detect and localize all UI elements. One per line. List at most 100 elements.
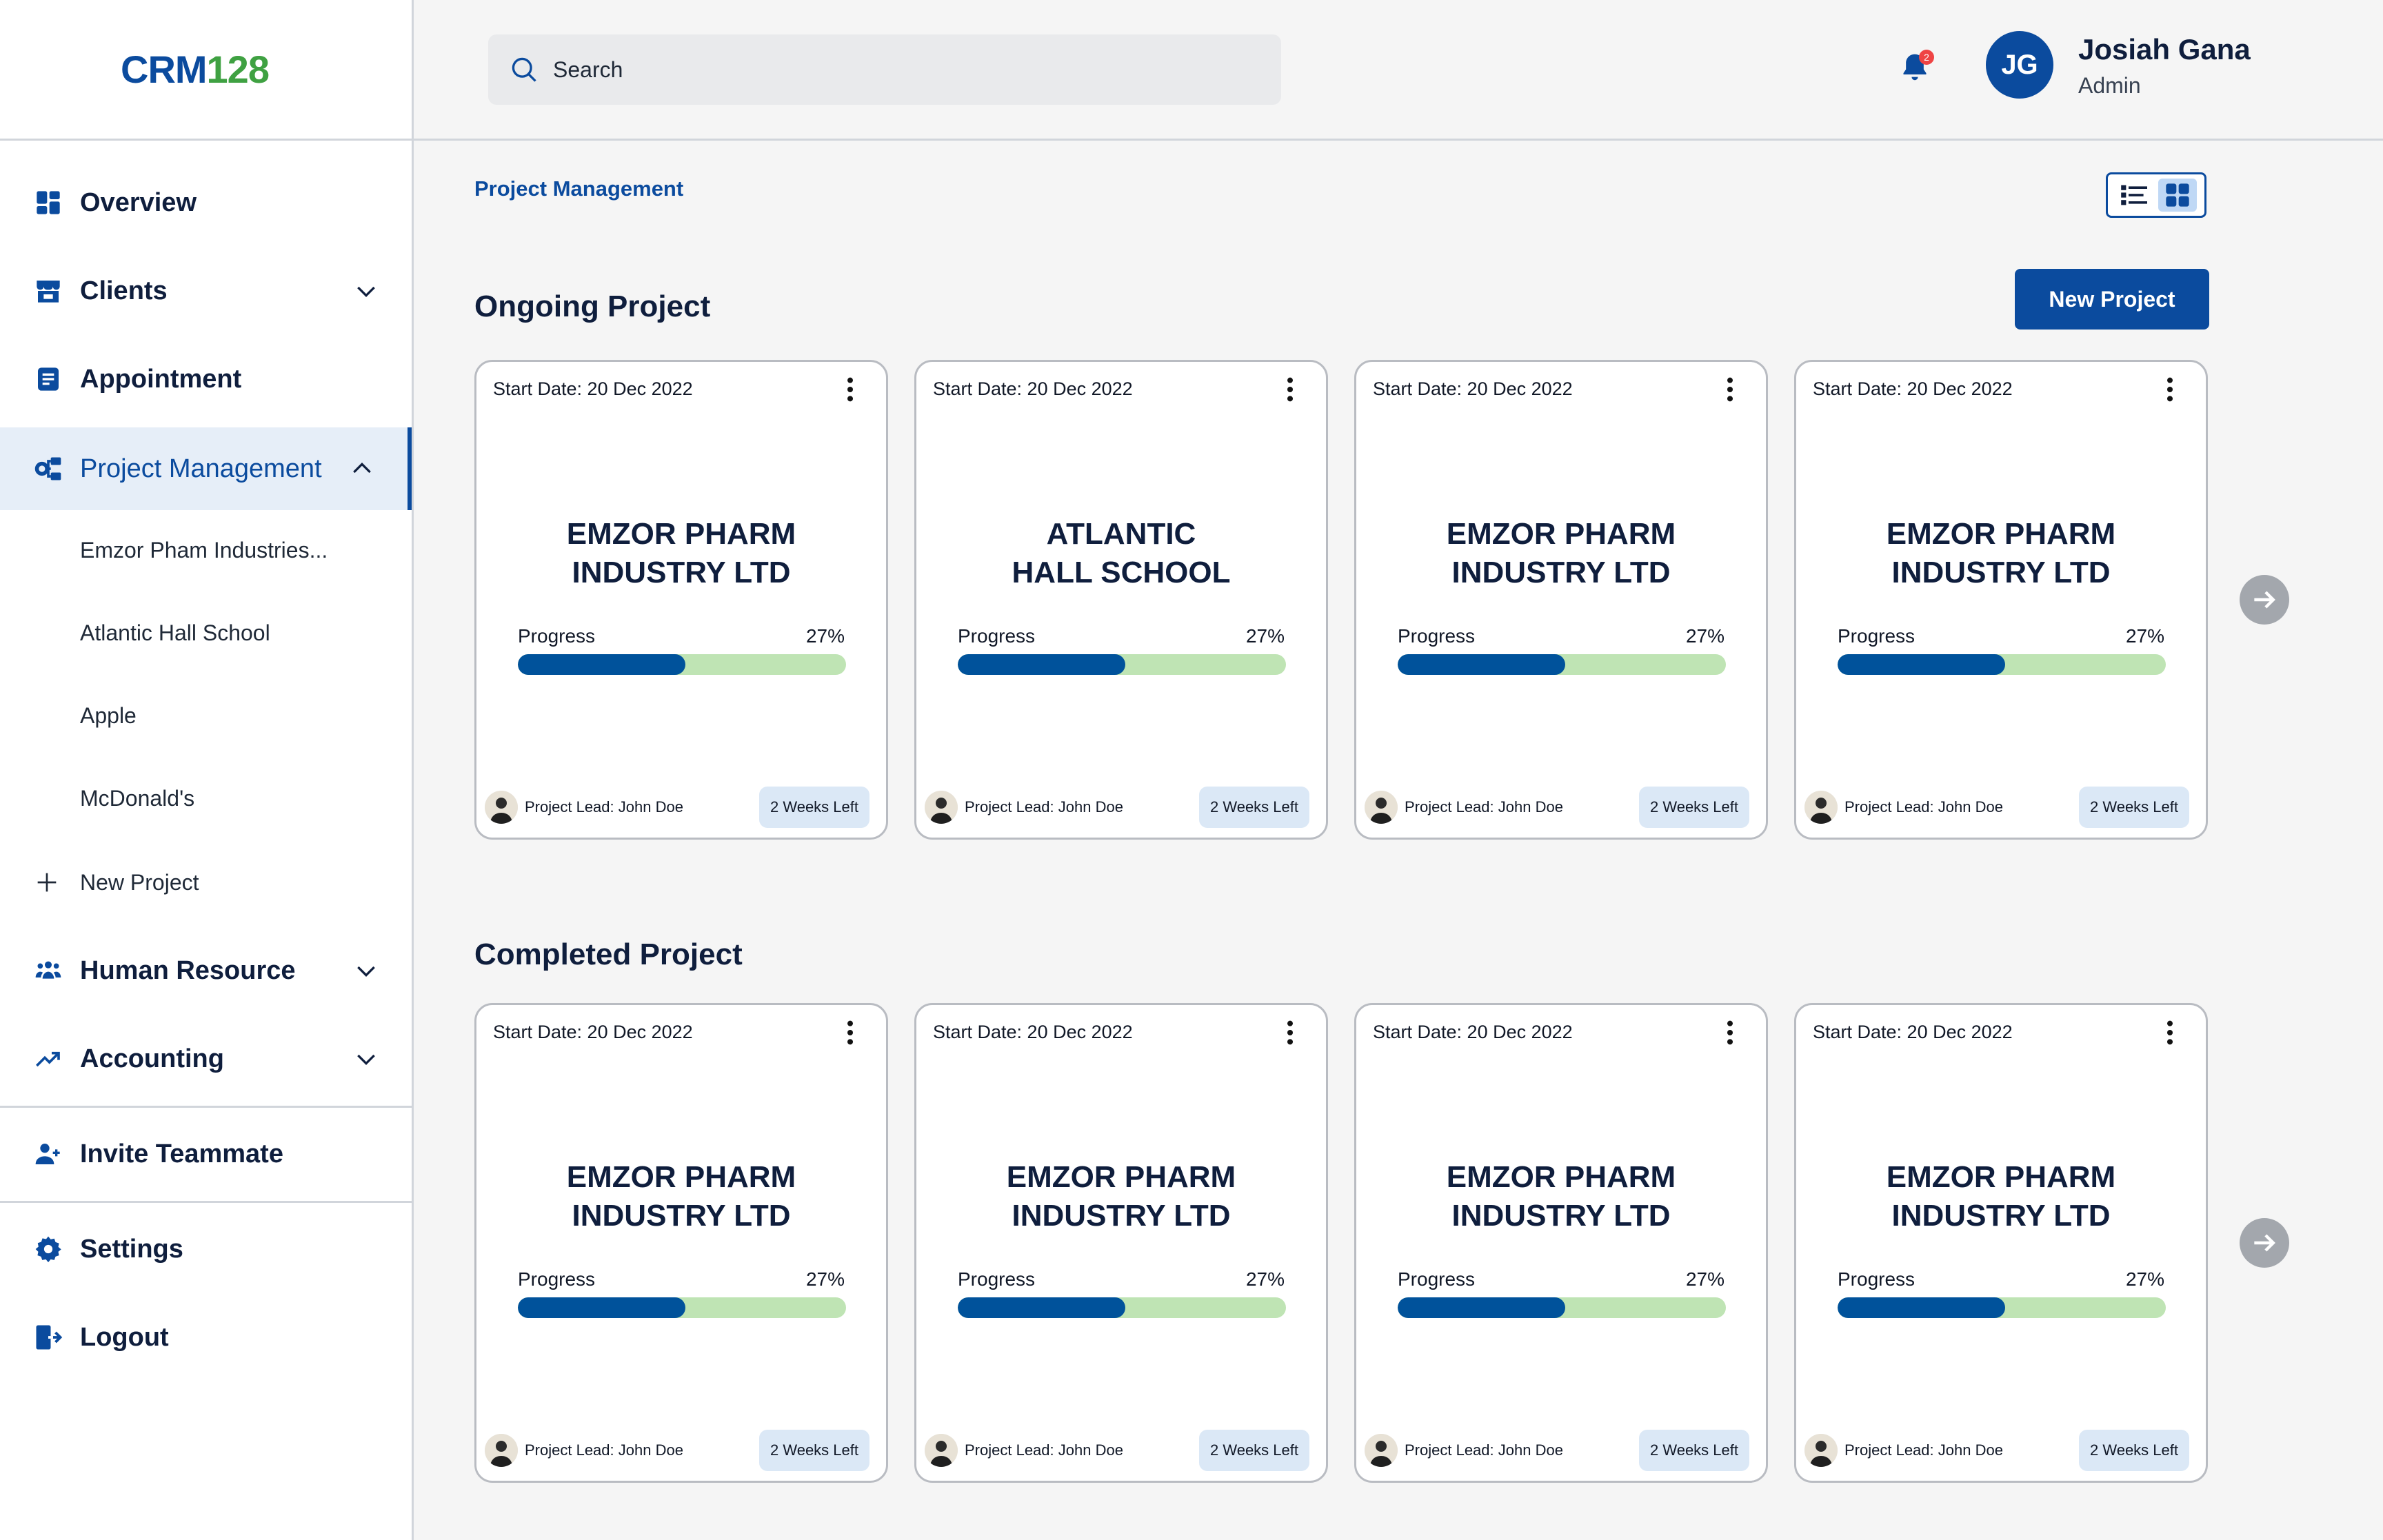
project-name-line2: HALL SCHOOL	[1012, 556, 1231, 589]
plus-icon	[37, 873, 57, 892]
progress-bar	[958, 1297, 1286, 1318]
project-card[interactable]: Start Date: 20 Dec 2022 EMZOR PHARM INDUS…	[1794, 1003, 2208, 1483]
time-left-badge: 2 Weeks Left	[1199, 787, 1309, 828]
nav-clients-label: Clients	[80, 276, 168, 305]
notification-badge: 2	[1919, 50, 1934, 65]
progress-percent: 27%	[1685, 625, 1725, 647]
nav-project-management[interactable]: Project Management	[0, 427, 412, 510]
sub-item-mcdonalds[interactable]: McDonald's	[80, 786, 194, 811]
more-vertical-icon[interactable]	[843, 376, 857, 403]
progress-label: Progress	[958, 1268, 1036, 1290]
project-name: EMZOR PHARM INDUSTRY LTD	[916, 1158, 1326, 1235]
lead-avatar	[1804, 1434, 1838, 1467]
project-name: EMZOR PHARM INDUSTRY LTD	[1356, 515, 1766, 592]
view-toggle	[2106, 172, 2206, 218]
progress-percent: 27%	[2125, 1268, 2164, 1290]
more-vertical-icon[interactable]	[2163, 376, 2177, 403]
start-date: Start Date: 20 Dec 2022	[493, 378, 693, 399]
sub-item-emzor[interactable]: Emzor Pham Industries...	[80, 538, 328, 563]
more-vertical-icon[interactable]	[1283, 1019, 1297, 1046]
user-avatar[interactable]: JG	[1986, 31, 2053, 99]
progress-percent: 27%	[1245, 625, 1285, 647]
search-input[interactable]	[553, 57, 1174, 83]
new-project-button[interactable]: New Project	[2015, 269, 2209, 330]
more-vertical-icon[interactable]	[2163, 1019, 2177, 1046]
lead-avatar	[925, 791, 958, 824]
list-view-icon	[2121, 185, 2147, 205]
sub-item-apple[interactable]: Apple	[80, 703, 137, 729]
completed-next-button[interactable]	[2240, 1218, 2289, 1268]
nav-logout[interactable]: Logout	[0, 1296, 412, 1379]
progress-bar	[1838, 654, 2166, 675]
sub-item-atlantic[interactable]: Atlantic Hall School	[80, 620, 270, 646]
start-date: Start Date: 20 Dec 2022	[1373, 378, 1573, 399]
more-vertical-icon[interactable]	[1723, 376, 1737, 403]
trend-up-icon	[33, 1044, 63, 1074]
project-name: EMZOR PHARM INDUSTRY LTD	[1796, 515, 2206, 592]
project-card[interactable]: Start Date: 20 Dec 2022 EMZOR PHARM INDUS…	[1354, 1003, 1768, 1483]
progress-label: Progress	[1398, 1268, 1476, 1290]
list-view-toggle[interactable]	[2115, 179, 2154, 212]
ongoing-next-button[interactable]	[2240, 575, 2289, 625]
progress-fill	[518, 654, 685, 675]
lead-avatar	[1365, 791, 1398, 824]
more-vertical-icon[interactable]	[1283, 376, 1297, 403]
sidebar-new-project[interactable]: New Project	[33, 869, 199, 896]
time-left-badge: 2 Weeks Left	[2079, 787, 2189, 828]
time-left-badge: 2 Weeks Left	[759, 787, 869, 828]
nav-accounting[interactable]: Accounting	[0, 1017, 412, 1100]
project-name-line1: EMZOR PHARM	[566, 1160, 796, 1194]
progress-fill	[958, 1297, 1125, 1318]
project-name-line1: EMZOR PHARM	[1006, 1160, 1236, 1194]
project-name: EMZOR PHARM INDUSTRY LTD	[1796, 1158, 2206, 1235]
project-name: ATLANTIC HALL SCHOOL	[916, 515, 1326, 592]
more-vertical-icon[interactable]	[843, 1019, 857, 1046]
grid-view-toggle[interactable]	[2158, 179, 2197, 212]
lead-avatar	[485, 791, 518, 824]
nav-clients[interactable]: Clients	[0, 250, 412, 332]
add-user-icon	[33, 1139, 63, 1169]
progress-fill	[1838, 1297, 2005, 1318]
more-vertical-icon[interactable]	[1723, 1019, 1737, 1046]
project-name: EMZOR PHARM INDUSTRY LTD	[1356, 1158, 1766, 1235]
user-name: Josiah Gana	[2078, 33, 2251, 65]
chevron-up-icon	[353, 462, 371, 474]
project-card[interactable]: Start Date: 20 Dec 2022 EMZOR PHARM INDUS…	[1354, 360, 1768, 840]
project-card[interactable]: Start Date: 20 Dec 2022 EMZOR PHARM INDUS…	[914, 1003, 1328, 1483]
nav-overview[interactable]: Overview	[0, 161, 412, 244]
lead-avatar	[485, 1434, 518, 1467]
search-bar[interactable]	[488, 34, 1281, 105]
logo[interactable]: CRM128	[121, 47, 270, 92]
progress-fill	[518, 1297, 685, 1318]
progress-percent: 27%	[1685, 1268, 1725, 1290]
nav-human-resource[interactable]: Human Resource	[0, 929, 412, 1012]
sidebar-new-project-label: New Project	[80, 869, 199, 895]
team-icon	[33, 955, 63, 986]
progress-label: Progress	[1838, 625, 1916, 647]
project-name-line1: EMZOR PHARM	[1446, 517, 1676, 551]
lead-avatar	[1365, 1434, 1398, 1467]
progress-bar	[958, 654, 1286, 675]
sidebar-divider	[0, 1106, 414, 1108]
store-icon	[33, 276, 63, 306]
nav-settings[interactable]: Settings	[0, 1208, 412, 1290]
notifications-button[interactable]: 2	[1900, 50, 1934, 88]
chevron-down-icon	[357, 1054, 375, 1066]
arrow-right-icon	[2254, 591, 2275, 609]
project-card[interactable]: Start Date: 20 Dec 2022 EMZOR PHARM INDUS…	[474, 360, 888, 840]
project-lead: Project Lead: John Doe	[1405, 1441, 1563, 1459]
progress-bar	[518, 654, 846, 675]
project-card[interactable]: Start Date: 20 Dec 2022 EMZOR PHARM INDUS…	[474, 1003, 888, 1483]
progress-bar	[1838, 1297, 2166, 1318]
project-card[interactable]: Start Date: 20 Dec 2022 EMZOR PHARM INDUS…	[1794, 360, 2208, 840]
nav-appointment[interactable]: Appointment	[0, 338, 412, 421]
project-name: EMZOR PHARM INDUSTRY LTD	[476, 515, 886, 592]
nav-invite-teammate[interactable]: Invite Teammate	[0, 1113, 412, 1195]
progress-percent: 27%	[1245, 1268, 1285, 1290]
breadcrumb[interactable]: Project Management	[474, 176, 683, 201]
logo-text-number: 128	[206, 48, 270, 91]
project-name-line2: INDUSTRY LTD	[572, 1199, 791, 1233]
project-card[interactable]: Start Date: 20 Dec 2022 ATLANTIC HALL SCH…	[914, 360, 1328, 840]
time-left-badge: 2 Weeks Left	[1199, 1430, 1309, 1471]
project-lead: Project Lead: John Doe	[1844, 798, 2003, 815]
